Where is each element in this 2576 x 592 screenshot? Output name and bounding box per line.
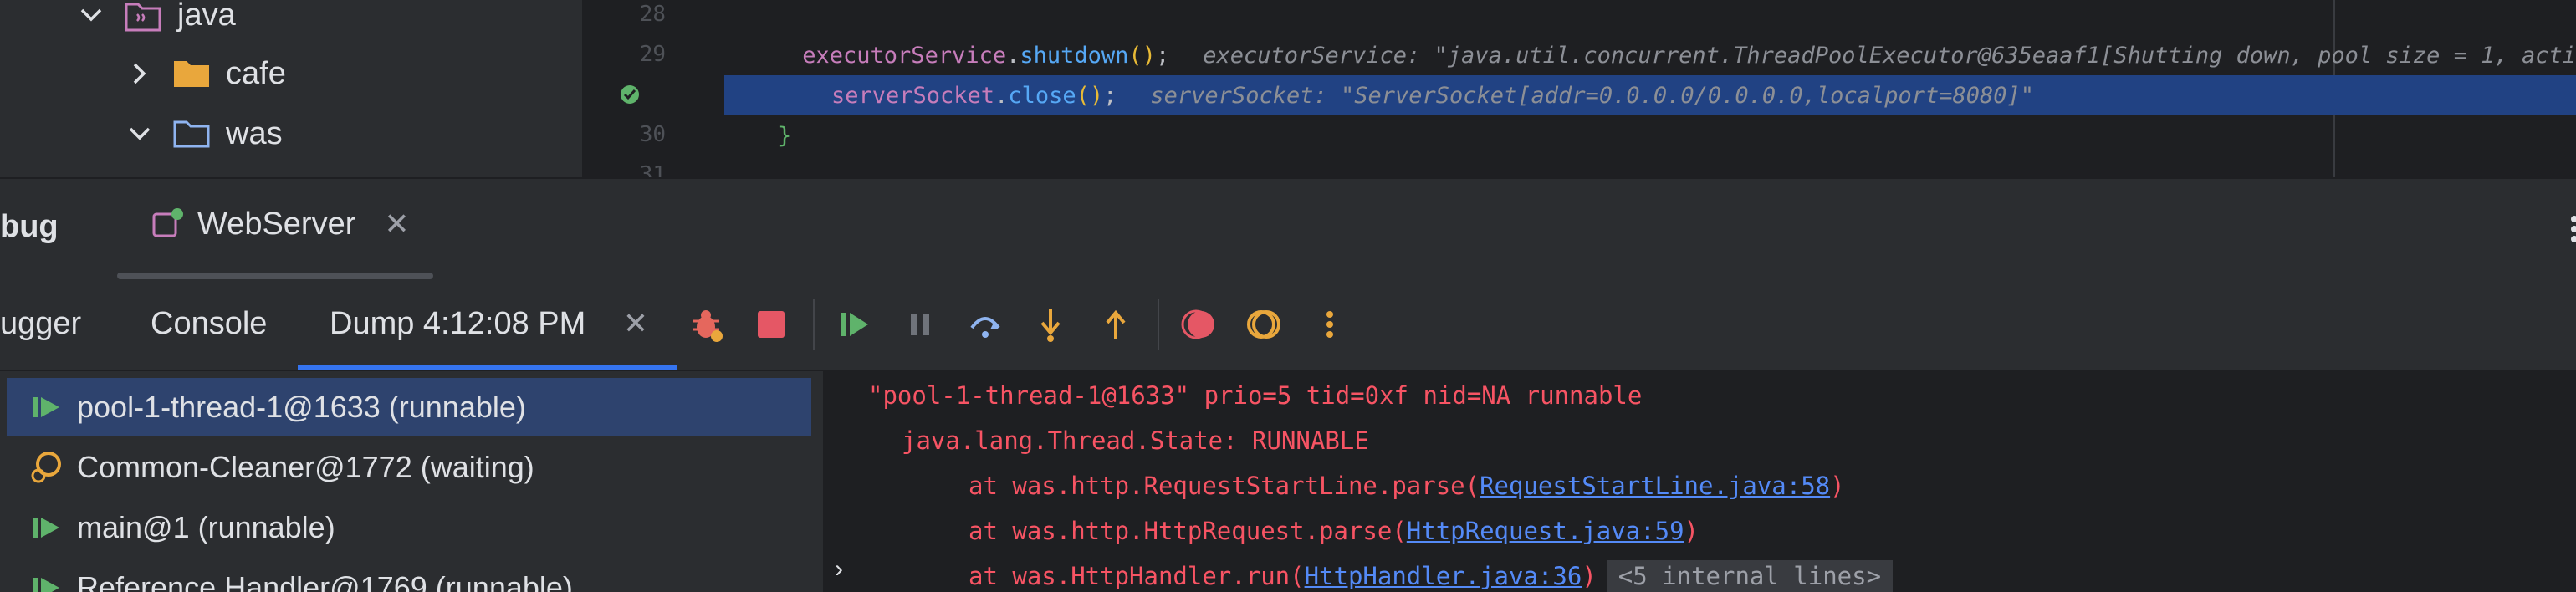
tab-console[interactable]: Console	[151, 306, 267, 342]
stop-icon[interactable]	[751, 304, 791, 344]
line-number: 29	[639, 42, 666, 67]
step-into-icon[interactable]	[1030, 304, 1071, 344]
inline-debug-value: serverSocket: "ServerSocket[addr=0.0.0.0…	[1150, 82, 2035, 109]
tree-item-was[interactable]: was	[125, 104, 283, 164]
active-tab-underline	[298, 365, 677, 370]
toolbar-separator	[1158, 299, 1159, 350]
package-folder-icon	[172, 58, 211, 89]
runnable-thread-icon	[23, 571, 70, 592]
code-line-29[interactable]: executorService. shutdown(); executorServi…	[724, 35, 2576, 75]
waiting-thread-icon	[23, 451, 70, 484]
run-tab-label: WebServer	[197, 206, 356, 242]
code-line-30-execution-point[interactable]: serverSocket. close(); serverSocket: "Serv…	[724, 75, 2576, 115]
code-line-31[interactable]: }	[724, 115, 2576, 156]
source-link[interactable]: HttpRequest.java:59	[1407, 517, 1684, 545]
inline-debug-value: executorService: "java.util.concurrent.T…	[1203, 42, 2576, 69]
mute-breakpoints-icon[interactable]	[1245, 304, 1285, 344]
tree-item-label: was	[226, 115, 283, 151]
toolbar-separator	[813, 299, 815, 350]
source-link[interactable]: HttpHandler.java:36	[1305, 562, 1582, 590]
tree-item-label: cafe	[226, 55, 286, 91]
thread-item[interactable]: main@1 (runnable)	[7, 498, 811, 557]
tree-item-label: java	[177, 0, 236, 33]
line-number: 30	[639, 122, 666, 147]
thread-dump-output[interactable]: "pool-1-thread-1@1633" prio=5 tid=0xf ni…	[826, 371, 2576, 592]
code-method: close	[1008, 82, 1076, 109]
chevron-down-icon[interactable]	[125, 120, 154, 148]
thread-label: Reference Handler@1769 (runnable)	[77, 570, 573, 592]
run-tab-underline	[117, 273, 433, 279]
tab-debugger[interactable]: ugger	[0, 306, 81, 342]
project-tree: java cafe was	[0, 0, 582, 177]
rerun-debug-icon[interactable]	[686, 304, 726, 344]
run-configuration-tab[interactable]: WebServer ✕	[151, 199, 410, 249]
dump-thread-state: java.lang.Thread.State: RUNNABLE	[902, 426, 1369, 455]
breakpoint-check-icon[interactable]	[619, 84, 641, 105]
code-receiver: executorService	[802, 42, 1007, 69]
thread-item[interactable]: Common-Cleaner@1772 (waiting)	[7, 438, 811, 497]
pause-icon[interactable]	[900, 304, 940, 344]
runnable-thread-icon	[23, 390, 70, 424]
internal-lines-fold[interactable]: <5 internal lines>	[1606, 560, 1894, 592]
thread-list: pool-1-thread-1@1633 (runnable) Common-C…	[0, 371, 825, 592]
source-link[interactable]: RequestStartLine.java:58	[1480, 472, 1830, 500]
tree-item-cafe[interactable]: cafe	[125, 43, 286, 104]
line-number: 31	[639, 162, 666, 177]
debug-toolbar: ugger Console Dump 4:12:08 PM ✕	[0, 281, 2576, 371]
thread-label: Common-Cleaner@1772 (waiting)	[77, 450, 534, 484]
thread-item[interactable]: Reference Handler@1769 (runnable)	[7, 559, 811, 592]
stack-frame: at was.http.RequestStartLine.parse(Reque…	[969, 472, 1845, 500]
debug-tool-window-title: bug	[0, 209, 59, 244]
tree-item-java[interactable]: java	[77, 0, 236, 45]
code-editor[interactable]: 28 29 30 31 executorService. shutdown(); e…	[582, 0, 2576, 177]
closing-brace: }	[778, 122, 792, 149]
stack-frame: at was.http.HttpRequest.parse(HttpReques…	[969, 517, 1699, 545]
run-config-icon	[151, 207, 187, 241]
line-number: 28	[639, 2, 666, 27]
package-folder-icon	[172, 118, 211, 150]
resume-icon[interactable]	[835, 304, 875, 344]
tab-dump[interactable]: Dump 4:12:08 PM ✕	[330, 306, 648, 342]
dump-thread-header: "pool-1-thread-1@1633" prio=5 tid=0xf ni…	[868, 381, 1643, 410]
more-options-icon[interactable]	[2569, 214, 2576, 244]
runnable-thread-icon	[23, 511, 70, 544]
fold-expand-icon[interactable]: ›	[835, 555, 843, 584]
chevron-right-icon[interactable]	[125, 59, 154, 88]
code-method: shutdown	[1020, 42, 1129, 69]
more-vertical-icon[interactable]	[1310, 304, 1350, 344]
step-over-icon[interactable]	[965, 304, 1005, 344]
stack-frame: at was.HttpHandler.run(HttpHandler.java:…	[969, 560, 1894, 592]
thread-item[interactable]: pool-1-thread-1@1633 (runnable)	[7, 378, 811, 436]
step-out-icon[interactable]	[1096, 304, 1136, 344]
code-receiver: serverSocket	[831, 82, 995, 109]
view-breakpoints-icon[interactable]	[1179, 304, 1219, 344]
java-source-folder-icon	[124, 0, 162, 32]
close-icon[interactable]: ✕	[384, 207, 409, 242]
thread-label: main@1 (runnable)	[77, 510, 335, 544]
editor-gutter[interactable]: 28 29 30 31	[582, 0, 724, 177]
debug-tool-window-header: bug WebServer ✕	[0, 177, 2576, 281]
close-icon[interactable]: ✕	[623, 306, 648, 340]
tab-dump-label: Dump 4:12:08 PM	[330, 306, 586, 341]
thread-label: pool-1-thread-1@1633 (runnable)	[77, 390, 526, 424]
chevron-down-icon[interactable]	[77, 1, 105, 29]
